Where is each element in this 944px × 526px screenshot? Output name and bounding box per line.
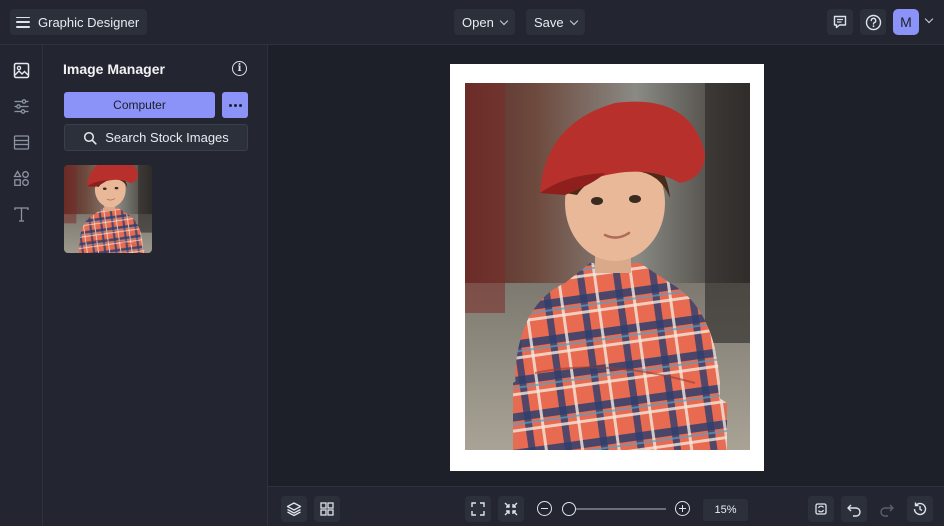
save-dropdown-button[interactable]: Save bbox=[526, 9, 585, 35]
shrink-button[interactable] bbox=[498, 496, 524, 522]
help-icon bbox=[865, 14, 881, 30]
app-menu-button[interactable]: Graphic Designer bbox=[10, 9, 148, 35]
search-icon bbox=[84, 131, 97, 145]
layers-button[interactable] bbox=[281, 496, 307, 522]
open-dropdown-button[interactable]: Open bbox=[454, 9, 515, 35]
layouts-icon bbox=[13, 134, 29, 150]
bottom-toolbar: 15% bbox=[268, 486, 944, 526]
grid-view-button[interactable] bbox=[314, 496, 340, 522]
canvas-photo[interactable] bbox=[465, 83, 750, 450]
history-button[interactable] bbox=[907, 496, 933, 522]
zoom-out-icon[interactable] bbox=[537, 501, 552, 516]
shrink-icon bbox=[504, 502, 518, 516]
panel-title: Image Manager bbox=[63, 61, 165, 77]
text-icon bbox=[13, 206, 29, 222]
search-stock-label: Search Stock Images bbox=[105, 130, 229, 145]
upload-from-computer-button[interactable]: Computer bbox=[64, 92, 215, 118]
save-label: Save bbox=[534, 14, 564, 30]
help-button[interactable] bbox=[860, 9, 886, 35]
shapes-icon bbox=[12, 169, 29, 186]
user-avatar[interactable]: M bbox=[893, 9, 919, 35]
comments-button[interactable] bbox=[827, 9, 853, 35]
rail-item-images[interactable] bbox=[10, 59, 32, 81]
image-thumbnail[interactable] bbox=[64, 165, 152, 253]
comment-icon bbox=[833, 15, 847, 29]
undo-icon bbox=[847, 504, 861, 517]
canvas-area bbox=[268, 45, 944, 486]
account-chevron-down-icon[interactable] bbox=[924, 14, 934, 24]
chevron-down-icon bbox=[569, 16, 578, 25]
more-dots-icon bbox=[228, 103, 232, 107]
history-icon bbox=[913, 502, 927, 516]
image-manager-panel: Image Manager i Computer Search Stock Im… bbox=[43, 45, 268, 526]
zoom-in-icon[interactable] bbox=[675, 501, 690, 516]
open-label: Open bbox=[462, 14, 494, 30]
layers-icon bbox=[286, 502, 302, 517]
refresh-icon bbox=[815, 503, 827, 515]
design-page[interactable] bbox=[450, 64, 764, 471]
top-bar: Graphic Designer Open Save M bbox=[0, 0, 944, 45]
app-title: Graphic Designer bbox=[38, 14, 140, 30]
rail-item-graphics[interactable] bbox=[10, 167, 32, 189]
redo-button[interactable] bbox=[874, 496, 900, 522]
tool-rail bbox=[0, 45, 43, 526]
info-icon[interactable]: i bbox=[232, 61, 247, 76]
search-stock-images-button[interactable]: Search Stock Images bbox=[64, 124, 248, 151]
chevron-down-icon bbox=[499, 16, 509, 25]
rail-item-text[interactable] bbox=[10, 203, 32, 225]
fit-to-screen-button[interactable] bbox=[465, 496, 491, 522]
rail-item-layouts[interactable] bbox=[10, 131, 32, 153]
replace-button[interactable] bbox=[808, 496, 834, 522]
zoom-slider-handle[interactable] bbox=[562, 502, 576, 516]
zoom-percentage[interactable]: 15% bbox=[703, 499, 748, 521]
boy-photo bbox=[465, 83, 750, 450]
hamburger-menu-icon bbox=[16, 16, 30, 28]
zoom-slider-track[interactable] bbox=[570, 508, 666, 510]
expand-icon bbox=[471, 502, 485, 516]
rail-item-adjustments[interactable] bbox=[10, 95, 32, 117]
image-icon bbox=[13, 62, 29, 78]
adjustments-icon bbox=[14, 98, 28, 114]
redo-icon bbox=[880, 504, 894, 517]
boy-photo-thumbnail bbox=[64, 165, 152, 253]
grid-icon bbox=[320, 502, 334, 516]
undo-button[interactable] bbox=[841, 496, 867, 522]
more-options-button[interactable] bbox=[222, 92, 248, 118]
